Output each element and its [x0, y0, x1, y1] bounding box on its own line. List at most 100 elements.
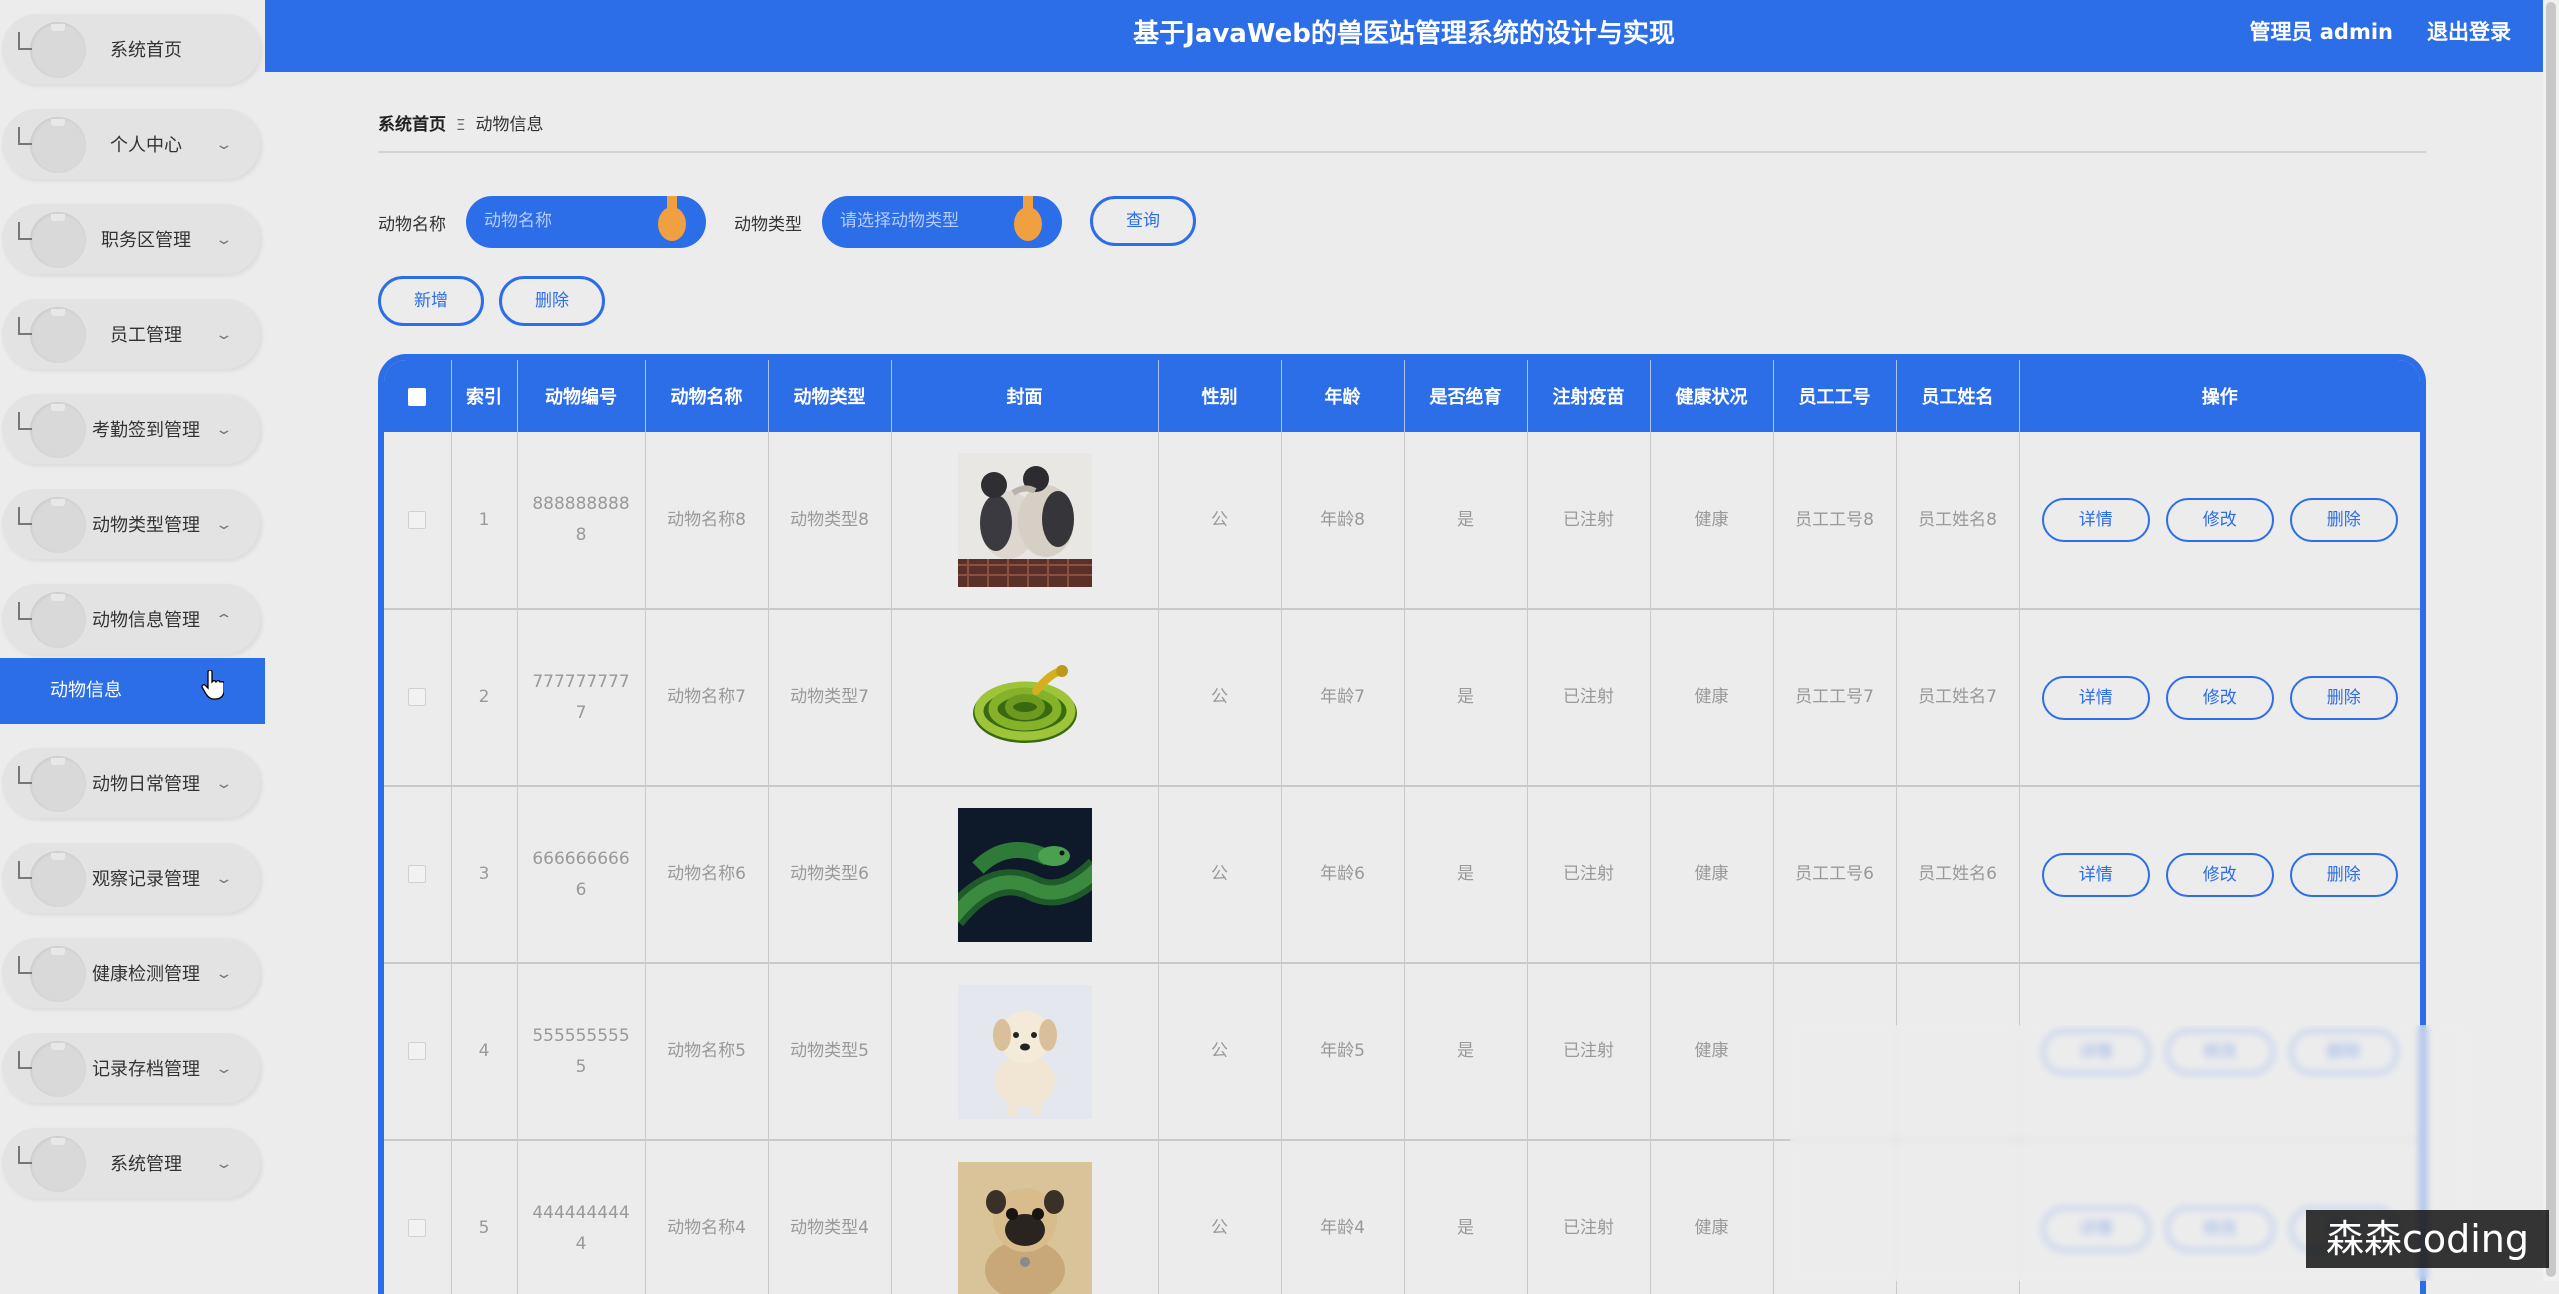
actions-cell: 详情修改删除 — [2019, 786, 2420, 963]
gender-cell: 公 — [1158, 786, 1281, 963]
row-checkbox[interactable] — [408, 1042, 426, 1060]
breadcrumb: 系统首页Ξ动物信息 — [378, 110, 543, 135]
sidebar-item-label: 观察记录管理 — [72, 843, 220, 913]
sterilized-cell: 是 — [1404, 963, 1527, 1140]
corner-icon — [18, 507, 32, 525]
batch-delete-button[interactable]: 删除 — [499, 276, 605, 326]
column-header: 年龄 — [1281, 360, 1404, 432]
select-placeholder: 请选择动物类型 — [840, 196, 959, 246]
age-cell: 年龄8 — [1281, 432, 1404, 609]
corner-icon — [18, 602, 32, 620]
chevron-down-icon: ⌄ — [215, 422, 234, 438]
column-header: 动物名称 — [645, 360, 768, 432]
row-select-cell — [384, 432, 451, 609]
employee-no-cell: 员工工号6 — [1773, 786, 1896, 963]
corner-icon — [18, 222, 32, 240]
edit-button[interactable]: 修改 — [2166, 676, 2274, 720]
corner-icon — [18, 956, 32, 974]
corner-icon — [18, 127, 32, 145]
detail-button[interactable]: 详情 — [2042, 676, 2150, 720]
logout-link[interactable]: 退出登录 — [2427, 0, 2511, 64]
employee-no-cell: 员工工号8 — [1773, 432, 1896, 609]
name-cell: 动物名称6 — [645, 786, 768, 963]
row-checkbox[interactable] — [408, 511, 426, 529]
chevron-down-icon: ⌄ — [215, 327, 234, 343]
chevron-down-icon: ⌄ — [215, 517, 234, 533]
cover-cell — [891, 432, 1158, 609]
detail-button[interactable]: 详情 — [2042, 853, 2150, 897]
table-row: 3 6666666666 动物名称6 动物类型6 — [384, 786, 2420, 963]
sidebar-item-label: 系统首页 — [72, 14, 220, 84]
query-button[interactable]: 查询 — [1090, 196, 1196, 246]
code-line: 666666666 — [532, 849, 629, 869]
animal-name-input[interactable]: 动物名称 — [466, 196, 706, 248]
code-cell: 4444444444 — [517, 1140, 645, 1294]
page-scrollbar[interactable] — [2543, 0, 2559, 1281]
select-knob-icon — [1012, 196, 1044, 244]
sidebar-item-profile[interactable]: 个人中心 ⌄ — [2, 109, 260, 179]
sidebar-item-archive[interactable]: 记录存档管理 ⌄ — [2, 1033, 260, 1103]
detail-button[interactable]: 详情 — [2042, 498, 2150, 542]
column-header: 动物类型 — [768, 360, 891, 432]
sidebar-item-label: 员工管理 — [72, 299, 220, 369]
type-cell: 动物类型8 — [768, 432, 891, 609]
breadcrumb-home[interactable]: 系统首页 — [378, 115, 446, 135]
cover-image-birds — [958, 453, 1092, 587]
sidebar-item-attendance[interactable]: 考勤签到管理 ⌄ — [2, 394, 260, 464]
code-line: 4 — [576, 1234, 587, 1254]
delete-button[interactable]: 删除 — [2290, 676, 2398, 720]
sidebar-item-label: 个人中心 — [72, 109, 220, 179]
sidebar-item-job-area[interactable]: 职务区管理 ⌄ — [2, 204, 260, 274]
row-select-cell — [384, 1140, 451, 1294]
sidebar-item-system[interactable]: 系统管理 ⌄ — [2, 1128, 260, 1198]
corner-icon — [18, 412, 32, 430]
sidebar-item-animal-info[interactable]: 动物信息管理 ⌃ — [2, 584, 260, 654]
row-checkbox[interactable] — [408, 865, 426, 883]
cover-cell — [891, 963, 1158, 1140]
breadcrumb-current: 动物信息 — [475, 115, 543, 135]
cover-image-pug — [958, 1162, 1092, 1294]
row-select-cell — [384, 963, 451, 1140]
gender-cell: 公 — [1158, 432, 1281, 609]
corner-icon — [18, 1051, 32, 1069]
sidebar-item-health-check[interactable]: 健康检测管理 ⌄ — [2, 938, 260, 1008]
name-cell: 动物名称8 — [645, 432, 768, 609]
employee-name-cell: 员工姓名6 — [1896, 786, 2019, 963]
corner-icon — [18, 1146, 32, 1164]
index-cell: 2 — [451, 609, 517, 786]
column-header: 是否绝育 — [1404, 360, 1527, 432]
sidebar-subitem-animal-info[interactable]: 动物信息 — [0, 658, 265, 724]
corner-icon — [18, 766, 32, 784]
delete-button[interactable]: 删除 — [2290, 498, 2398, 542]
code-line: 555555555 — [532, 1026, 629, 1046]
animal-type-select[interactable]: 请选择动物类型 — [822, 196, 1062, 248]
code-line: 444444444 — [532, 1203, 629, 1223]
corner-icon — [18, 32, 32, 50]
sidebar-item-observation[interactable]: 观察记录管理 ⌄ — [2, 843, 260, 913]
chevron-down-icon: ⌄ — [215, 232, 234, 248]
gender-cell: 公 — [1158, 1140, 1281, 1294]
sidebar-item-animal-type[interactable]: 动物类型管理 ⌄ — [2, 489, 260, 559]
type-cell: 动物类型5 — [768, 963, 891, 1140]
add-button[interactable]: 新增 — [378, 276, 484, 326]
sidebar-item-home[interactable]: 系统首页 — [2, 14, 260, 84]
cover-image-green-snake — [958, 808, 1092, 942]
row-checkbox[interactable] — [408, 688, 426, 706]
select-all-checkbox[interactable] — [408, 388, 426, 406]
sidebar-item-daily[interactable]: 动物日常管理 ⌄ — [2, 748, 260, 818]
sterilized-cell: 是 — [1404, 432, 1527, 609]
sidebar: 系统首页 个人中心 ⌄ 职务区管理 ⌄ 员工管理 ⌄ 考勤签到管理 ⌄ 动物类型… — [0, 0, 265, 1281]
scrollbar-thumb[interactable] — [2546, 2, 2556, 1277]
age-cell: 年龄7 — [1281, 609, 1404, 786]
animal-name-label: 动物名称 — [378, 210, 446, 235]
index-cell: 3 — [451, 786, 517, 963]
name-cell: 动物名称5 — [645, 963, 768, 1140]
delete-button[interactable]: 删除 — [2290, 853, 2398, 897]
column-header: 封面 — [891, 360, 1158, 432]
row-checkbox[interactable] — [408, 1219, 426, 1237]
edit-button[interactable]: 修改 — [2166, 498, 2274, 542]
sidebar-item-label: 职务区管理 — [72, 204, 220, 274]
edit-button[interactable]: 修改 — [2166, 853, 2274, 897]
sidebar-item-staff[interactable]: 员工管理 ⌄ — [2, 299, 260, 369]
code-line: 777777777 — [532, 672, 629, 692]
